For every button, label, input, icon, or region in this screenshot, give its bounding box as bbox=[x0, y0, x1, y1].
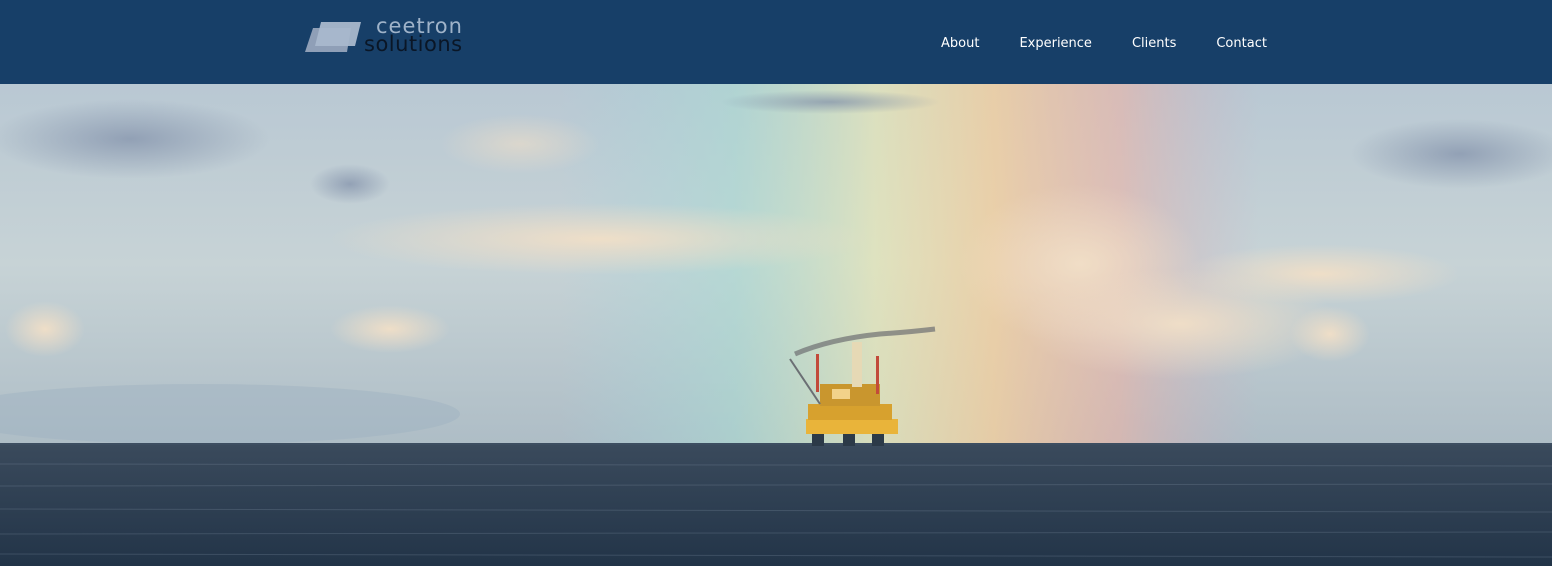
nav-contact[interactable]: Contact bbox=[1216, 36, 1267, 52]
nav-experience[interactable]: Experience bbox=[1019, 36, 1092, 52]
logo-mark-icon bbox=[305, 22, 361, 52]
nav-clients[interactable]: Clients bbox=[1132, 36, 1176, 52]
main-nav: About Experience Clients Contact bbox=[941, 36, 1267, 52]
hero-banner bbox=[0, 84, 1552, 566]
nav-about[interactable]: About bbox=[941, 36, 979, 52]
logo-text-solutions: solutions bbox=[364, 32, 463, 56]
site-header: ceetron solutions About Experience Clien… bbox=[0, 0, 1552, 84]
hero-image bbox=[0, 84, 1552, 566]
ceetron-logo[interactable]: ceetron solutions bbox=[303, 14, 473, 58]
